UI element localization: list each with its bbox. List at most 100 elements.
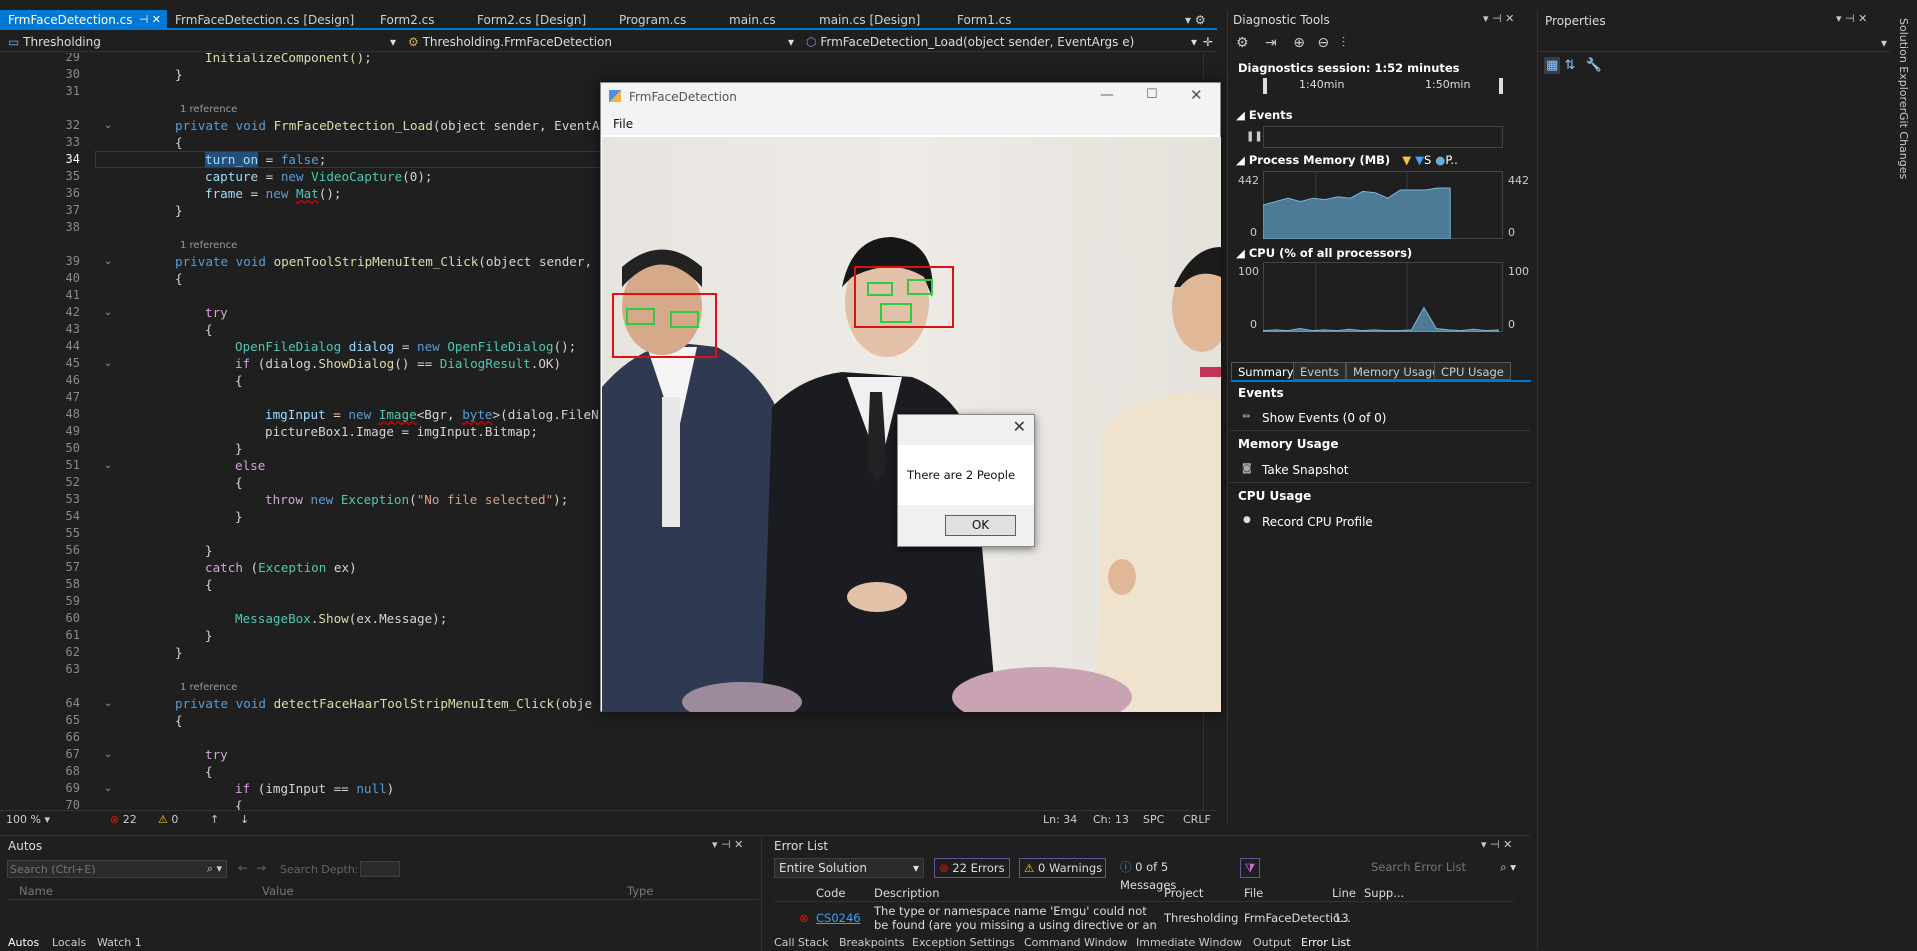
- export-icon[interactable]: ⇥: [1265, 35, 1277, 51]
- fold-chevron-icon[interactable]: ⌄: [104, 358, 112, 369]
- gear-icon[interactable]: ⚙: [1236, 35, 1249, 51]
- tab-form1-cs[interactable]: Form1.cs: [949, 10, 1049, 30]
- back-arrow-icon[interactable]: ←: [238, 861, 248, 875]
- zoom-level[interactable]: 100 % ▾: [6, 811, 50, 829]
- tab-error-list[interactable]: Error List: [1301, 936, 1351, 949]
- tab-form2-cs[interactable]: Form2.cs: [372, 10, 469, 30]
- table-row[interactable]: ⊗ CS0246 The type or namespace name 'Emg…: [774, 904, 1514, 934]
- tab-output[interactable]: Output: [1253, 936, 1291, 949]
- nav-up-icon[interactable]: ↑: [210, 811, 219, 829]
- fold-chevron-icon[interactable]: ⌄: [104, 120, 112, 131]
- fold-chevron-icon[interactable]: ⌄: [104, 307, 112, 318]
- tab-summary[interactable]: Summary: [1231, 362, 1301, 380]
- column-name[interactable]: Name: [19, 884, 53, 898]
- fold-chevron-icon[interactable]: ⌄: [104, 460, 112, 471]
- object-selector[interactable]: ▾: [1538, 34, 1891, 52]
- close-icon[interactable]: ✕: [1190, 86, 1203, 104]
- show-events-link[interactable]: ⇔ Show Events (0 of 0): [1242, 411, 1386, 425]
- face-detection-form-window[interactable]: FrmFaceDetection — ☐ ✕ File: [600, 82, 1221, 712]
- pin-icon[interactable]: ▾ ⊣ ✕: [1836, 12, 1867, 25]
- column-project[interactable]: Project: [1164, 886, 1203, 900]
- error-count[interactable]: ⊗ 22: [110, 811, 137, 829]
- tab-events[interactable]: Events: [1293, 362, 1346, 380]
- warnings-filter-button[interactable]: ⚠ 0 Warnings: [1019, 858, 1106, 878]
- zoom-in-icon[interactable]: ⊕: [1293, 35, 1305, 51]
- project-dropdown[interactable]: ▭ Thresholding ▾: [8, 32, 400, 52]
- zoom-out-icon[interactable]: ⊖: [1317, 35, 1329, 51]
- tab-main-cs[interactable]: main.cs: [721, 10, 811, 30]
- tab-main-design[interactable]: main.cs [Design]: [811, 10, 949, 30]
- close-icon[interactable]: ⊣ ✕: [139, 10, 161, 30]
- messages-filter-button[interactable]: ⓘ 0 of 5 Messages: [1116, 858, 1228, 892]
- fold-chevron-icon[interactable]: ⌄: [104, 698, 112, 709]
- code-lens-reference[interactable]: 1 reference: [180, 682, 237, 693]
- search-depth-select[interactable]: [360, 861, 400, 877]
- nav-down-icon[interactable]: ↓: [240, 811, 249, 829]
- tab-command-window[interactable]: Command Window: [1024, 936, 1127, 949]
- member-dropdown[interactable]: ⬡ FrmFaceDetection_Load(object sender, E…: [806, 32, 1201, 52]
- column-type[interactable]: Type: [627, 884, 653, 898]
- tab-breakpoints[interactable]: Breakpoints: [839, 936, 905, 949]
- tab-program-cs[interactable]: Program.cs: [611, 10, 721, 30]
- column-code[interactable]: Code: [816, 886, 845, 900]
- tab-call-stack[interactable]: Call Stack: [774, 936, 828, 949]
- search-icon[interactable]: ⌕ ▾: [207, 862, 222, 876]
- minimize-icon[interactable]: —: [1100, 87, 1114, 103]
- errors-filter-button[interactable]: ⊗ 22 Errors: [934, 858, 1010, 878]
- whitespace-indicator[interactable]: SPC: [1143, 811, 1164, 829]
- tab-locals[interactable]: Locals: [52, 936, 86, 949]
- line-ending-indicator[interactable]: CRLF: [1183, 811, 1211, 829]
- menu-file[interactable]: File: [613, 117, 633, 131]
- error-code-link[interactable]: CS0246: [816, 911, 861, 925]
- tab-form2-design[interactable]: Form2.cs [Design]: [469, 10, 611, 30]
- git-changes-tab[interactable]: Git Changes: [1897, 112, 1910, 179]
- error-search-box[interactable]: ⌕ ▾: [1371, 858, 1516, 878]
- split-icon[interactable]: ✛: [1203, 32, 1217, 52]
- pause-icon[interactable]: ❚❚: [1246, 131, 1263, 142]
- scope-dropdown[interactable]: Entire Solution ▾: [774, 858, 924, 878]
- tab-autos[interactable]: Autos: [8, 936, 39, 949]
- line-indicator[interactable]: Ln: 34: [1043, 811, 1077, 829]
- code-lens-reference[interactable]: 1 reference: [180, 240, 237, 251]
- tab-frmfacedetection-cs[interactable]: FrmFaceDetection.cs ⊣ ✕: [0, 10, 167, 30]
- pin-icon[interactable]: ▾ ⊣ ✕: [1483, 12, 1514, 25]
- autos-search-box[interactable]: ⌕ ▾: [7, 860, 227, 878]
- fold-chevron-icon[interactable]: ⌄: [104, 783, 112, 794]
- take-snapshot-link[interactable]: ◙ Take Snapshot: [1242, 463, 1349, 477]
- warning-count[interactable]: ⚠ 0: [158, 811, 178, 829]
- column-line[interactable]: Line: [1332, 886, 1356, 900]
- form-title-bar[interactable]: FrmFaceDetection — ☐ ✕: [601, 83, 1220, 113]
- categorized-icon[interactable]: ▦: [1544, 57, 1561, 74]
- search-input[interactable]: [10, 862, 195, 876]
- fold-chevron-icon[interactable]: ⌄: [104, 749, 112, 760]
- tab-cpu-usage[interactable]: CPU Usage: [1434, 362, 1511, 380]
- column-indicator[interactable]: Ch: 13: [1093, 811, 1129, 829]
- tab-frmfacedetection-design[interactable]: FrmFaceDetection.cs [Design]: [167, 10, 375, 30]
- column-file[interactable]: File: [1244, 886, 1263, 900]
- forward-arrow-icon[interactable]: →: [256, 861, 266, 875]
- pin-icon[interactable]: ▾ ⊣ ✕: [1481, 838, 1512, 851]
- column-suppression[interactable]: Supp...: [1364, 886, 1404, 900]
- tab-immediate-window[interactable]: Immediate Window: [1136, 936, 1242, 949]
- solution-explorer-tab[interactable]: Solution Explorer: [1897, 18, 1910, 112]
- code-lens-reference[interactable]: 1 reference: [180, 104, 237, 115]
- tab-watch1[interactable]: Watch 1: [97, 936, 142, 949]
- timeline-ruler[interactable]: 1:40min 1:50min: [1263, 78, 1503, 94]
- record-cpu-profile-link[interactable]: ● Record CPU Profile: [1243, 515, 1373, 529]
- chart-icon[interactable]: ⫶: [1342, 35, 1346, 51]
- close-icon[interactable]: ✕: [1013, 417, 1026, 436]
- class-dropdown[interactable]: ⚙ Thresholding.FrmFaceDetection ▾: [408, 32, 798, 52]
- column-description[interactable]: Description: [874, 886, 940, 900]
- tab-overflow[interactable]: ▾ ⚙: [1185, 10, 1217, 30]
- message-box[interactable]: ✕ There are 2 People OK: [897, 414, 1035, 547]
- search-icon[interactable]: ⌕ ▾: [1500, 858, 1516, 876]
- maximize-icon[interactable]: ☐: [1146, 87, 1158, 102]
- fold-chevron-icon[interactable]: ⌄: [104, 256, 112, 267]
- filter-icon[interactable]: ⧩: [1240, 858, 1260, 878]
- tab-memory-usage[interactable]: Memory Usage: [1346, 362, 1447, 380]
- wrench-icon[interactable]: 🔧: [1585, 58, 1601, 73]
- ok-button[interactable]: OK: [945, 515, 1016, 536]
- pin-icon[interactable]: ▾ ⊣ ✕: [712, 838, 743, 851]
- tab-exception-settings[interactable]: Exception Settings: [912, 936, 1015, 949]
- column-value[interactable]: Value: [262, 884, 294, 898]
